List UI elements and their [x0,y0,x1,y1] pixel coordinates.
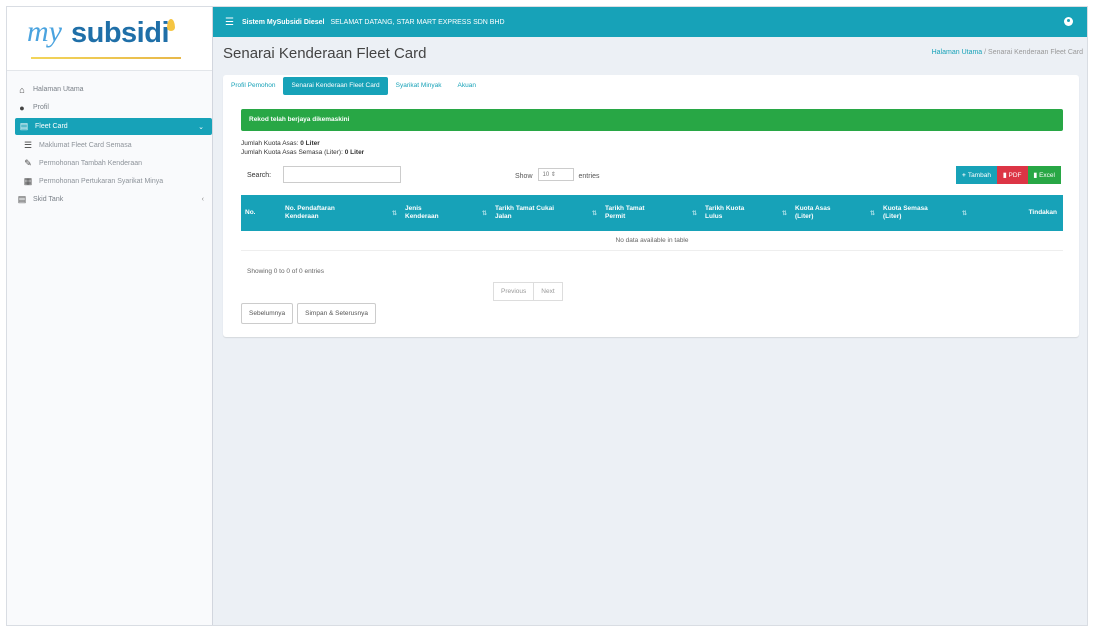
sidebar-item-pertukaran-syarikat[interactable]: ▦ Permohonan Pertukaran Syarikat Minya [7,173,212,190]
table-info: Showing 0 to 0 of 0 entries [247,268,324,275]
column-header-no[interactable]: No. [241,195,281,231]
menu-toggle-icon[interactable]: ☰ [225,17,234,28]
column-header-tarikh-cukai[interactable]: Tarikh Tamat Cukai Jalan ⇅ [491,195,601,231]
sort-icon: ⇅ [481,211,487,217]
add-button-label: Tambah [967,171,991,179]
sort-icon: ⇅ [781,211,787,217]
sidebar-item-label: Maklumat Fleet Card Semasa [39,142,132,149]
sidebar-item-label: Skid Tank [33,196,64,203]
add-button[interactable]: + Tambah [956,166,997,184]
sort-icon: ⇅ [591,211,597,217]
mysubsidi-logo[interactable]: my subsidi [7,7,212,71]
empty-table-message: No data available in table [241,231,1063,251]
logo-underline [31,57,181,59]
excel-button-label: Excel [1039,171,1055,179]
file-pdf-icon: ▮ [1002,172,1007,179]
system-name: Sistem MySubsidi Diesel [241,18,325,26]
page-length-value: 10 [542,172,550,178]
table-row-empty: No data available in table [241,231,1063,251]
sort-icon: ⇅ [961,211,967,217]
tab-profil-pemohon[interactable]: Profil Pemohon [223,77,283,95]
plus-icon: + [962,171,966,179]
home-icon: ⌂ [19,84,25,95]
column-header-kuota-asas[interactable]: Kuota Asas (Liter) ⇅ [791,195,879,231]
main-content: Senarai Kenderaan Fleet Card Halaman Uta… [213,37,1087,625]
pdf-button-label: PDF [1008,171,1022,179]
action-buttons: + Tambah ▮ PDF ▮ Excel [956,166,1061,184]
sidebar-item-label: Permohonan Pertukaran Syarikat Minya [39,178,164,185]
breadcrumb-home-link[interactable]: Halaman Utama [932,49,983,56]
pagination: Previous Next [493,282,563,301]
kuota-semasa-label: Jumlah Kuota Asas Semasa (Liter): [241,149,343,156]
logo-prefix: my [27,15,62,48]
breadcrumb-current: Senarai Kenderaan Fleet Card [988,49,1083,56]
column-header-no-pendaftaran[interactable]: No. Pendaftaran Kenderaan ⇅ [281,195,401,231]
breadcrumb: Halaman Utama / Senarai Kenderaan Fleet … [932,49,1083,56]
kuota-asas-label: Jumlah Kuota Asas: [241,140,299,147]
page-length-select[interactable]: 10 ⇕ [537,168,574,181]
tab-bar: Profil Pemohon Senarai Kenderaan Fleet C… [223,77,484,95]
table-header-row: No. No. Pendaftaran Kenderaan ⇅ Jenis Kende… [241,195,1063,231]
file-excel-icon: ▮ [1033,172,1038,179]
sidebar-item-maklumat-fleet-card[interactable]: ☰ Maklumat Fleet Card Semasa [7,137,212,154]
sidebar-nav: ⌂ Halaman Utama ● Profil ▤ Fleet Card ⌄ … [7,81,212,208]
previous-page-button[interactable]: Previous [493,282,535,301]
page-title: Senarai Kenderaan Fleet Card [223,45,427,62]
column-header-tindakan[interactable]: Tindakan [971,195,1063,231]
kuota-asas-value: 0 Liter [300,140,320,147]
kuota-semasa-value: 0 Liter [344,149,365,156]
column-header-kuota-semasa[interactable]: Kuota Semasa (Liter) ⇅ [879,195,971,231]
sidebar-item-label: Fleet Card [35,123,68,130]
flame-icon [167,19,175,31]
top-bar: ☰ Sistem MySubsidi Diesel SELAMAT DATANG… [213,7,1087,37]
user-account-icon[interactable] [1064,17,1073,26]
sidebar-item-fleet-card[interactable]: ▤ Fleet Card ⌄ [15,118,212,135]
edit-icon: ✎ [24,158,32,168]
sort-icon: ⇅ [691,211,697,217]
pdf-button[interactable]: ▮ PDF [996,166,1028,184]
column-header-tarikh-permit[interactable]: Tarikh Tamat Permit ⇅ [601,195,701,231]
logo-main: subsidi [71,17,170,49]
tab-syarikat-minyak[interactable]: Syarikat Minyak [388,77,450,95]
vehicle-table: No. No. Pendaftaran Kenderaan ⇅ Jenis Kende… [241,195,1063,251]
tab-akuan[interactable]: Akuan [450,77,484,95]
page-length-control: Show 10 ⇕ entries [515,168,600,181]
sidebar-item-profil[interactable]: ● Profil [7,99,212,116]
chevron-left-icon: ‹ [201,196,204,203]
search-input[interactable] [283,166,401,183]
chevron-down-icon: ⌄ [198,123,204,131]
content-box: Profil Pemohon Senarai Kenderaan Fleet C… [223,75,1079,337]
form-navigation: Sebelumnya Simpan & Seterusnya [241,303,380,324]
fuel-icon: ▦ [23,176,33,186]
user-icon: ● [19,102,25,113]
list-icon: ☰ [23,140,33,150]
save-next-button[interactable]: Simpan & Seterusnya [297,303,377,324]
card-icon: ▤ [19,121,29,131]
sidebar-item-halaman-utama[interactable]: ⌂ Halaman Utama [7,81,212,98]
kuota-summary: Jumlah Kuota Asas: 0 Liter Jumlah Kuota … [241,139,364,157]
column-header-jenis[interactable]: Jenis Kenderaan ⇅ [401,195,491,231]
app-window: my subsidi ⌂ Halaman Utama ● Profil ▤ Fl… [6,6,1088,626]
sort-icon: ⇅ [869,211,875,217]
sidebar-item-label: Halaman Utama [33,86,84,93]
next-page-button[interactable]: Next [534,282,563,301]
sidebar: my subsidi ⌂ Halaman Utama ● Profil ▤ Fl… [7,7,213,625]
sidebar-item-tambah-kenderaan[interactable]: ✎ Permohonan Tambah Kenderaan [7,155,212,172]
column-header-tarikh-kuota[interactable]: Tarikh Kuota Lulus ⇅ [701,195,791,231]
tab-senarai-kenderaan[interactable]: Senarai Kenderaan Fleet Card [283,77,388,95]
sidebar-item-label: Profil [33,104,49,111]
tank-icon: ▤ [17,194,27,204]
sidebar-item-skid-tank[interactable]: ▤ Skid Tank ‹ [7,191,212,208]
excel-button[interactable]: ▮ Excel [1027,166,1061,184]
entries-label: entries [578,173,600,180]
search-label: Search: [247,172,272,179]
back-button[interactable]: Sebelumnya [241,303,294,324]
breadcrumb-separator: / [984,49,987,56]
sort-icon: ⇅ [391,211,397,217]
show-label: Show [515,173,533,180]
success-alert: Rekod telah berjaya dikemaskini [241,109,1063,131]
welcome-text: SELAMAT DATANG, STAR MART EXPRESS SDN BH… [330,18,505,26]
sidebar-item-label: Permohonan Tambah Kenderaan [39,160,143,167]
